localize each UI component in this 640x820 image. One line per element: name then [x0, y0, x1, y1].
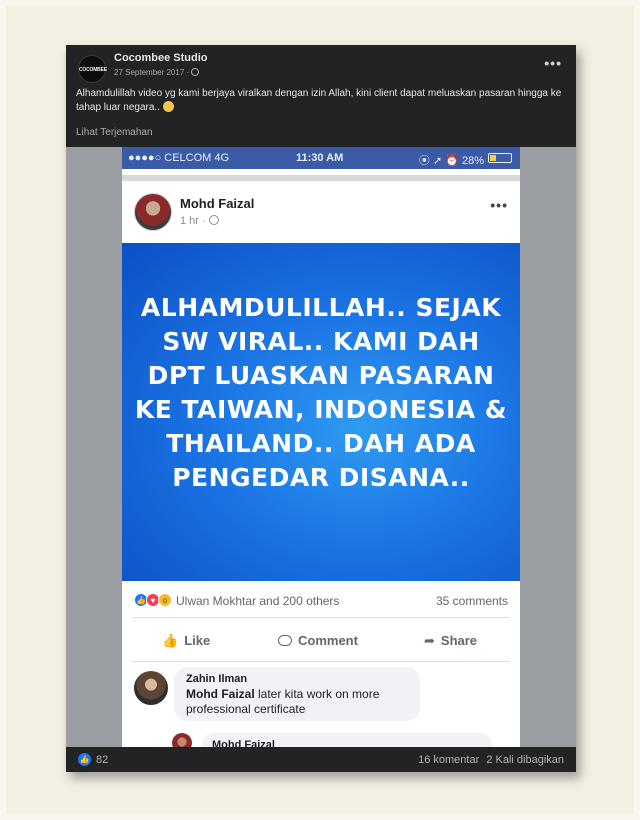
globe-icon [191, 68, 200, 76]
reply-item: Mohd Faizal [172, 733, 502, 747]
avatar [172, 733, 192, 747]
post-image[interactable]: ●●●●○ CELCOM 4G 11:30 AM ⦿ ➚ ⏰ 28% Mohd … [66, 147, 576, 747]
status-time: 11:30 AM [296, 152, 344, 164]
post-caption-text: Alhamdulillah video yg kami berjaya vira… [76, 88, 562, 113]
divider [122, 175, 520, 181]
divider [132, 661, 510, 662]
globe-icon [208, 215, 219, 225]
banner-text: ALHAMDULILLAH.. SEJAK SW VIRAL.. KAMI DA… [134, 293, 508, 492]
comment-author: Zahin Ilman [186, 673, 248, 685]
shares-count-link[interactable]: 2 Kali dibagikan [486, 754, 564, 766]
status-icons: ⦿ ➚ ⏰ 28% [418, 155, 484, 167]
wow-reaction-icon: o [158, 593, 172, 607]
more-options-icon[interactable]: ••• [544, 55, 562, 71]
action-bar: 👍 Like Comment ➦ Share [122, 623, 520, 659]
post-footer: 👍 82 16 komentar 2 Kali dibagikan [66, 747, 576, 772]
comment-button: Comment [278, 633, 358, 648]
engagement-counts: 16 komentar 2 Kali dibagikan [414, 754, 564, 766]
divider [132, 617, 510, 618]
like-reaction-icon[interactable]: 👍 [78, 753, 91, 766]
post-date-text: 27 September 2017 · [114, 68, 190, 77]
poster-time: 1 hr · [180, 215, 219, 227]
see-translation-link[interactable]: Lihat Terjemahan [76, 127, 153, 138]
phone-screenshot: ●●●●○ CELCOM 4G 11:30 AM ⦿ ➚ ⏰ 28% Mohd … [122, 147, 520, 747]
post-caption: Alhamdulillah video yg kami berjaya vira… [76, 87, 564, 115]
reactions-summary: 👍 ♥ o Ulwan Mokhtar and 200 others 35 co… [122, 587, 520, 615]
comment-label: Comment [298, 633, 358, 648]
share-button: ➦ Share [424, 633, 477, 649]
comments-count: 35 comments [435, 594, 508, 608]
like-button: 👍 Like [162, 633, 210, 649]
reaction-names: Ulwan Mokhtar and 200 others [176, 594, 340, 608]
comment-mention: Mohd Faizal [186, 687, 255, 701]
reply-author: Mohd Faizal [202, 733, 492, 747]
poster-name: Mohd Faizal [180, 196, 255, 211]
share-label: Share [440, 633, 478, 648]
post-header: COCOMBEE Cocombee Studio 27 September 20… [66, 45, 576, 145]
comment-icon [278, 635, 292, 646]
share-arrow-icon: ➦ [424, 633, 435, 648]
like-label: Like [184, 633, 211, 648]
status-bar: ●●●●○ CELCOM 4G 11:30 AM ⦿ ➚ ⏰ 28% [122, 147, 520, 169]
avatar [134, 193, 172, 231]
comment-bubble: Zahin Ilman Mohd Faizal later kita work … [174, 667, 420, 721]
carrier-label: ●●●●○ CELCOM 4G [128, 152, 230, 164]
status-banner: ALHAMDULILLAH.. SEJAK SW VIRAL.. KAMI DA… [122, 243, 520, 581]
page-name-link[interactable]: Cocombee Studio [114, 52, 208, 64]
thumbs-up-icon: 👍 [162, 633, 179, 648]
post-date[interactable]: 27 September 2017 · [114, 68, 200, 77]
more-options-icon: ••• [490, 197, 508, 213]
emoji-icon [162, 101, 174, 112]
facebook-post-card: COCOMBEE Cocombee Studio 27 September 20… [66, 45, 576, 772]
like-count[interactable]: 82 [96, 754, 108, 766]
battery-fill [490, 155, 496, 161]
comment-item: Zahin Ilman Mohd Faizal later kita work … [134, 667, 514, 727]
comments-count-link[interactable]: 16 komentar [418, 754, 479, 766]
inner-post-header: Mohd Faizal 1 hr · ••• [122, 185, 520, 241]
page-logo[interactable]: COCOMBEE [78, 55, 107, 83]
poster-time-text: 1 hr · [180, 215, 206, 227]
avatar [134, 671, 168, 705]
comment-text: Mohd Faizal later kita work on more prof… [186, 687, 408, 717]
battery-icon [488, 153, 512, 163]
